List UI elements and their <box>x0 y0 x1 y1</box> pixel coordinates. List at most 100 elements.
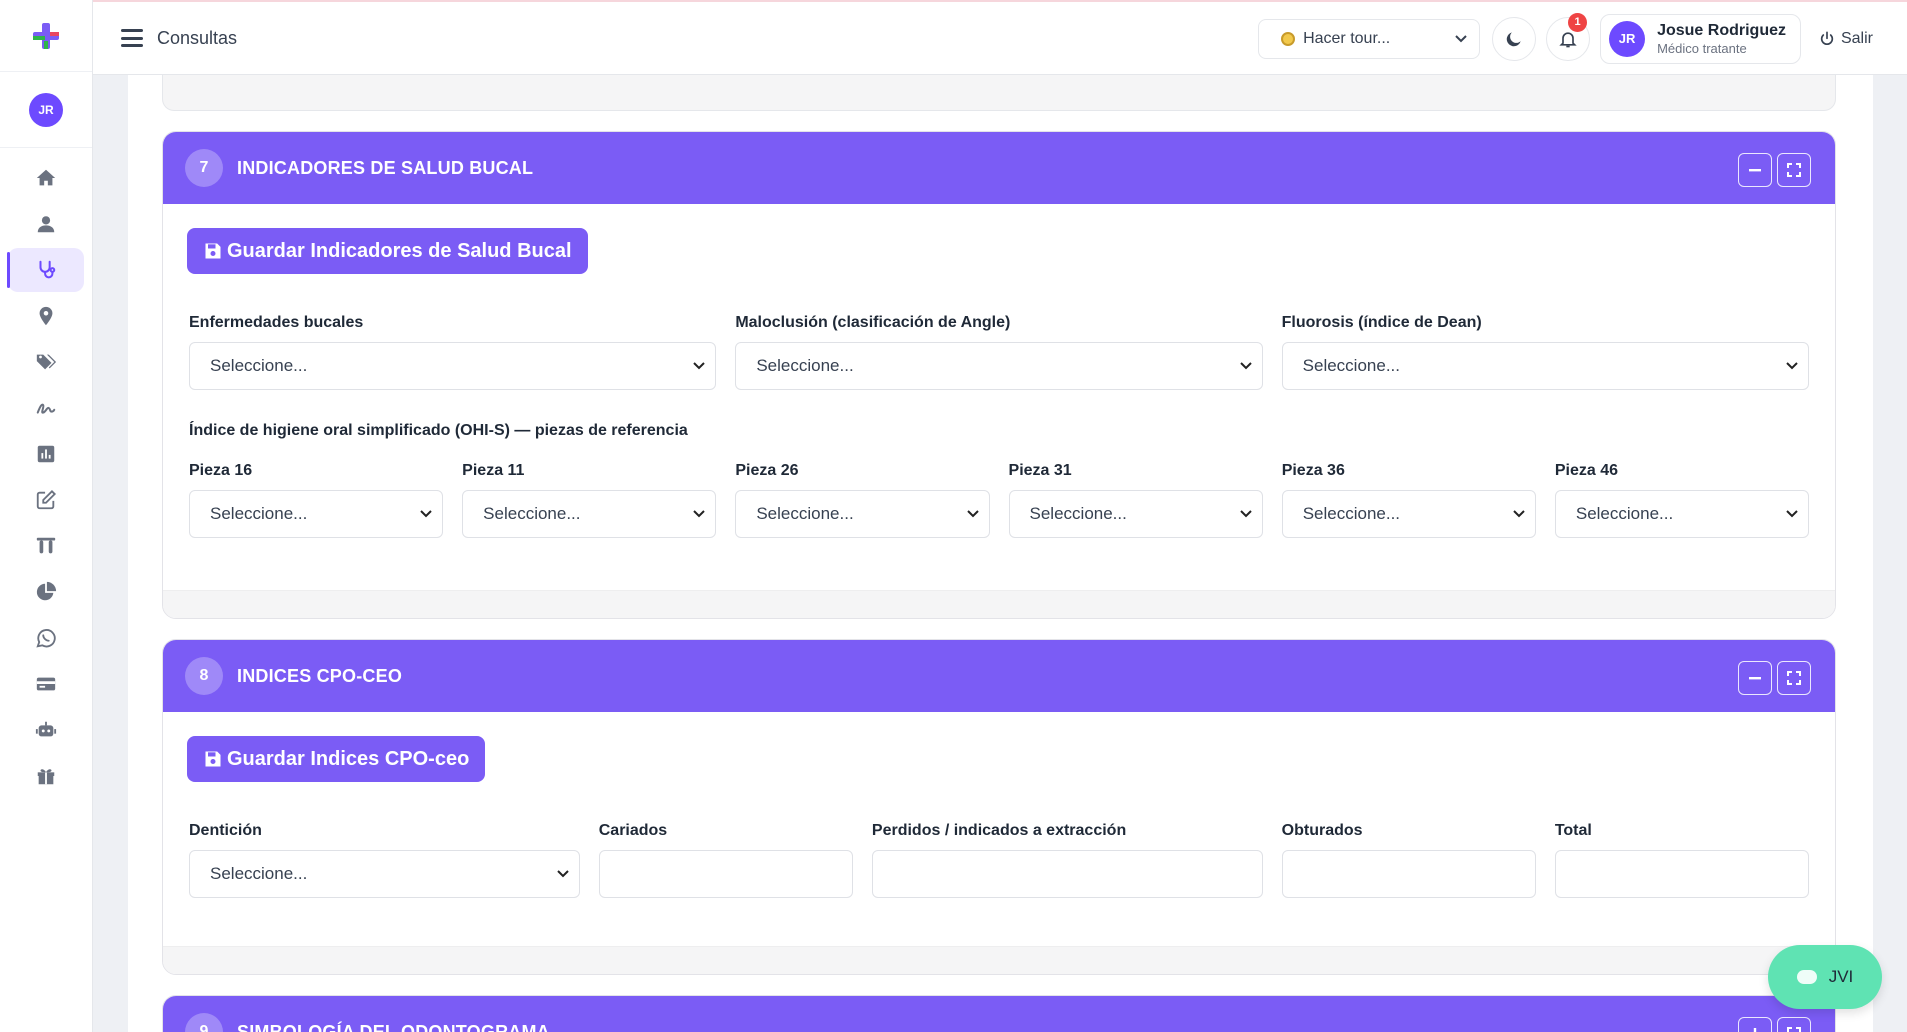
total-input[interactable] <box>1554 850 1809 898</box>
chevron-down-icon <box>1239 362 1252 370</box>
field-label: Total <box>1554 822 1592 839</box>
sidebar-item-home[interactable] <box>8 156 84 200</box>
compass-icon <box>1281 31 1296 46</box>
maximize-button[interactable] <box>1777 661 1811 695</box>
floppy-disk-icon <box>205 751 221 767</box>
row-cpo: Dentición Seleccione... Cariados Perdido… <box>187 822 1811 898</box>
logout-label: Salir <box>1840 29 1873 47</box>
collapse-button[interactable] <box>1738 153 1772 187</box>
collapse-button[interactable] <box>1738 661 1772 695</box>
hamburger-menu-icon[interactable] <box>121 29 143 47</box>
sidebar-item-reports[interactable] <box>8 432 84 476</box>
pieza-46-select[interactable]: Seleccione... <box>1554 490 1810 538</box>
dark-mode-toggle[interactable] <box>1492 16 1537 61</box>
field-pieza-46: Pieza 46 Seleccione... <box>1554 462 1810 538</box>
card-title: SIMBOLOGÍA DEL ODONTOGRAMA <box>237 1021 550 1032</box>
sidebar-item-payments[interactable] <box>8 662 84 706</box>
power-icon <box>1820 31 1834 45</box>
field-label: Pieza 16 <box>189 462 253 479</box>
field-pieza-31: Pieza 31 Seleccione... <box>1008 462 1263 538</box>
expand-section-button[interactable] <box>1738 1017 1772 1032</box>
minus-icon <box>1749 677 1761 680</box>
card-footer <box>163 590 1835 618</box>
notifications-button[interactable]: 1 <box>1546 12 1591 61</box>
save-salud-bucal-button[interactable]: Guardar Indicadores de Salud Bucal <box>187 228 588 274</box>
field-pieza-16: Pieza 16 Seleccione... <box>189 462 444 538</box>
top-bar: Consultas Hacer tour... 1 JR Josue Rodri… <box>93 0 1907 75</box>
maloclusion-select[interactable]: Seleccione... <box>735 342 1263 390</box>
app-logo[interactable] <box>0 0 92 72</box>
perdidos-input[interactable] <box>871 850 1263 898</box>
signature-icon <box>36 403 56 414</box>
medical-cross-logo-icon <box>33 22 59 49</box>
page-scrollbar[interactable] <box>1873 75 1907 1032</box>
field-label: Fluorosis (índice de Dean) <box>1281 314 1482 331</box>
tour-select[interactable]: Hacer tour... <box>1258 18 1481 59</box>
obturados-input[interactable] <box>1281 850 1536 898</box>
sidebar-item-patients[interactable] <box>8 202 84 246</box>
row-piezas: Pieza 16 Seleccione... Pieza 11 Seleccio… <box>187 462 1811 538</box>
pieza-26-select[interactable]: Seleccione... <box>735 490 990 538</box>
enfermedades-select[interactable]: Seleccione... <box>189 342 717 390</box>
maximize-button[interactable] <box>1777 153 1811 187</box>
previous-card-footer <box>162 75 1836 111</box>
sidebar-item-tags[interactable] <box>8 340 84 384</box>
field-label: Enfermedades bucales <box>189 314 364 331</box>
pieza-36-select[interactable]: Seleccione... <box>1281 490 1536 538</box>
user-icon <box>37 216 55 233</box>
card-indices-cpo: 8 INDICES CPO-CEO Guardar Indices CPO-ce… <box>162 639 1836 975</box>
select-value: Seleccione... <box>1029 504 1127 523</box>
chat-assistant-button[interactable]: JVI <box>1768 945 1882 1009</box>
ohis-section-label: Índice de higiene oral simplificado (OHI… <box>189 422 688 439</box>
field-denticion: Dentición Seleccione... <box>189 822 580 898</box>
logout-button[interactable]: Salir <box>1819 30 1873 48</box>
chevron-down-icon <box>1455 34 1467 42</box>
user-menu[interactable]: JR Josue Rodriguez Médico tratante <box>1600 13 1801 64</box>
card-title: INDICES CPO-CEO <box>237 665 403 686</box>
sidebar-item-gifts[interactable] <box>8 754 84 798</box>
sidebar-item-statistics[interactable] <box>8 570 84 614</box>
pieza-11-select[interactable]: Seleccione... <box>462 490 717 538</box>
sidebar-item-lab[interactable] <box>8 524 84 568</box>
tour-select-value: Hacer tour... <box>1303 29 1391 47</box>
denticion-select[interactable]: Seleccione... <box>189 850 580 898</box>
gift-icon <box>37 769 55 785</box>
sidebar-item-locations[interactable] <box>8 294 84 338</box>
field-label: Dentición <box>189 822 262 839</box>
home-icon <box>36 169 56 186</box>
edit-icon <box>36 489 57 510</box>
select-value: Seleccione... <box>210 356 308 375</box>
cariados-input[interactable] <box>598 850 853 898</box>
field-label: Pieza 36 <box>1281 462 1345 479</box>
field-label: Maloclusión (clasificación de Angle) <box>735 314 1011 331</box>
save-indices-button[interactable]: Guardar Indices CPO-ceo <box>187 736 486 782</box>
sidebar-item-edit[interactable] <box>8 478 84 522</box>
card-simbologia: 9 SIMBOLOGÍA DEL ODONTOGRAMA <box>162 995 1836 1032</box>
sidebar-item-consultas[interactable] <box>7 248 84 292</box>
card-body: Guardar Indices CPO-ceo Dentición Selecc… <box>163 712 1835 946</box>
chevron-down-icon <box>1513 510 1525 518</box>
avatar[interactable]: JR <box>29 92 63 127</box>
field-maloclusion: Maloclusión (clasificación de Angle) Sel… <box>735 314 1263 390</box>
expand-icon <box>1787 671 1801 685</box>
maximize-button[interactable] <box>1777 1017 1811 1032</box>
sidebar-nav <box>0 148 92 798</box>
chevron-down-icon <box>557 870 569 878</box>
sidebar-item-signature[interactable] <box>8 386 84 430</box>
sidebar-item-assistant[interactable] <box>8 708 84 752</box>
sidebar-user[interactable]: JR <box>0 72 92 148</box>
fluorosis-select[interactable]: Seleccione... <box>1281 342 1809 390</box>
field-label: Perdidos / indicados a extracción <box>871 822 1127 839</box>
expand-icon <box>1787 163 1801 177</box>
whatsapp-icon <box>36 629 56 648</box>
tags-icon <box>36 354 57 370</box>
chevron-down-icon <box>693 362 706 370</box>
chevron-down-icon <box>1786 362 1798 370</box>
card-footer <box>163 946 1835 974</box>
pieza-31-select[interactable]: Seleccione... <box>1008 490 1263 538</box>
select-value: Seleccione... <box>1302 356 1400 375</box>
select-value: Seleccione... <box>1575 504 1674 523</box>
pieza-16-select[interactable]: Seleccione... <box>189 490 444 538</box>
sidebar-item-whatsapp[interactable] <box>8 616 84 660</box>
field-label: Pieza 11 <box>462 462 525 479</box>
